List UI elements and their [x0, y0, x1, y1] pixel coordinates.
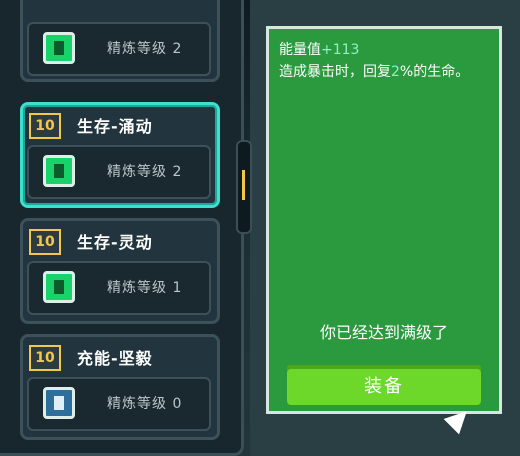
- survival-rune-icon: [43, 32, 75, 64]
- talent-card-3-sub: 精炼等级 1: [27, 261, 211, 315]
- charge-fortitude-icon: [43, 387, 75, 419]
- talent-card-3[interactable]: 10 生存-灵动 精炼等级 1: [20, 218, 220, 324]
- talent-card-4[interactable]: 10 充能-坚毅 精炼等级 0: [20, 334, 220, 440]
- level-badge: 10: [29, 113, 61, 139]
- max-level-text: 你已经达到满级了: [319, 323, 448, 342]
- talent-title: 生存-涌动: [77, 117, 153, 136]
- level-badge: 10: [29, 345, 61, 371]
- talent-title: 生存-灵动: [77, 233, 153, 252]
- talent-details-panel: 能量值+113 造成暴击时，回复2%的生命。 你已经达到满级了 装备: [266, 26, 502, 414]
- survival-surge-icon: [43, 155, 75, 187]
- talent-card-2[interactable]: 10 生存-涌动 精炼等级 2: [20, 102, 220, 208]
- refine-level-label: 精炼等级 2: [107, 164, 183, 180]
- energy-line: 能量值+113: [279, 42, 360, 58]
- refine-level-label: 精炼等级 2: [107, 41, 183, 57]
- refine-level-label: 精炼等级 1: [107, 280, 183, 296]
- refine-level-label: 精炼等级 0: [107, 396, 183, 412]
- talent-card-2-sub: 精炼等级 2: [27, 145, 211, 199]
- talent-card-4-sub: 精炼等级 0: [27, 377, 211, 431]
- talent-card-1-sub: 精炼等级 2: [27, 22, 211, 76]
- talent-title: 充能-坚毅: [77, 349, 153, 368]
- level-badge: 10: [29, 229, 61, 255]
- equip-button[interactable]: 装备: [287, 365, 481, 405]
- scroll-thumb[interactable]: [242, 170, 245, 200]
- effect-line: 造成暴击时，回复2%的生命。: [279, 64, 470, 80]
- list-scrollbar[interactable]: [236, 140, 252, 234]
- talent-card-1[interactable]: 精炼等级 2: [20, 0, 220, 82]
- survival-agile-icon: [43, 271, 75, 303]
- talent-description: 能量值+113 造成暴击时，回复2%的生命。: [279, 39, 489, 83]
- talent-list-panel: 精炼等级 2 10 生存-涌动 精炼等级 2 10 生存-灵动 精炼等级 1 1…: [0, 0, 244, 456]
